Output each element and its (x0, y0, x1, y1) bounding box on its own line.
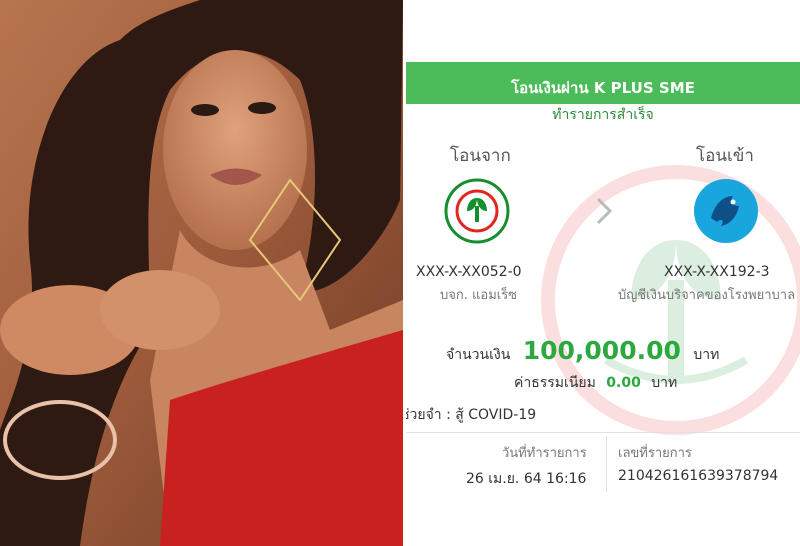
reference-label: เลขที่รายการ (618, 446, 692, 461)
to-label: โอนเข้า (696, 146, 754, 166)
chevron-right-icon (594, 196, 614, 226)
amount-label: จำนวนเงิน (446, 347, 511, 363)
ktb-logo-icon (693, 178, 759, 244)
reference-number: 210426161639378794 (618, 468, 779, 484)
fee-label: ค่าธรรมเนียม (514, 375, 596, 391)
amount-value: 100,000.00 (522, 336, 681, 365)
kbank-logo-icon (444, 178, 510, 244)
slip-top-area (406, 0, 800, 62)
date-value: 26 เม.ย. 64 16:16 (466, 471, 587, 487)
fee-row: ค่าธรรมเนียม 0.00 บาท (514, 372, 677, 394)
date-label: วันที่ทำรายการ (502, 446, 587, 461)
fee-value: 0.00 (606, 375, 641, 391)
vertical-separator (606, 436, 607, 492)
transfer-slip: โอนเงินผ่าน K PLUS SME ทำรายการสำเร็จ โอ… (406, 0, 800, 546)
amount-unit: บาท (693, 347, 720, 363)
amount-row: จำนวนเงิน 100,000.00 บาท (446, 336, 719, 366)
to-account-name: บัญชีเงินบริจาคของโรงพยาบาล (618, 288, 796, 303)
promo-photo (0, 0, 403, 546)
to-account-number: XXX-X-XX192-3 (664, 264, 770, 280)
woman-portrait-image (0, 0, 403, 546)
from-account-name: บจก. แอมเร็ซ (440, 288, 518, 303)
from-label: โอนจาก (450, 146, 511, 166)
status-text: ทำรายการสำเร็จ (552, 107, 654, 123)
slip-title: โอนเงินผ่าน K PLUS SME (511, 79, 695, 97)
from-account-number: XXX-X-XX052-0 (416, 264, 522, 280)
slip-header: โอนเงินผ่าน K PLUS SME (406, 62, 800, 104)
fee-unit: บาท (651, 375, 678, 391)
separator (406, 432, 800, 433)
memo-text: ช่วยจำ : สู้ COVID-19 (406, 407, 537, 423)
